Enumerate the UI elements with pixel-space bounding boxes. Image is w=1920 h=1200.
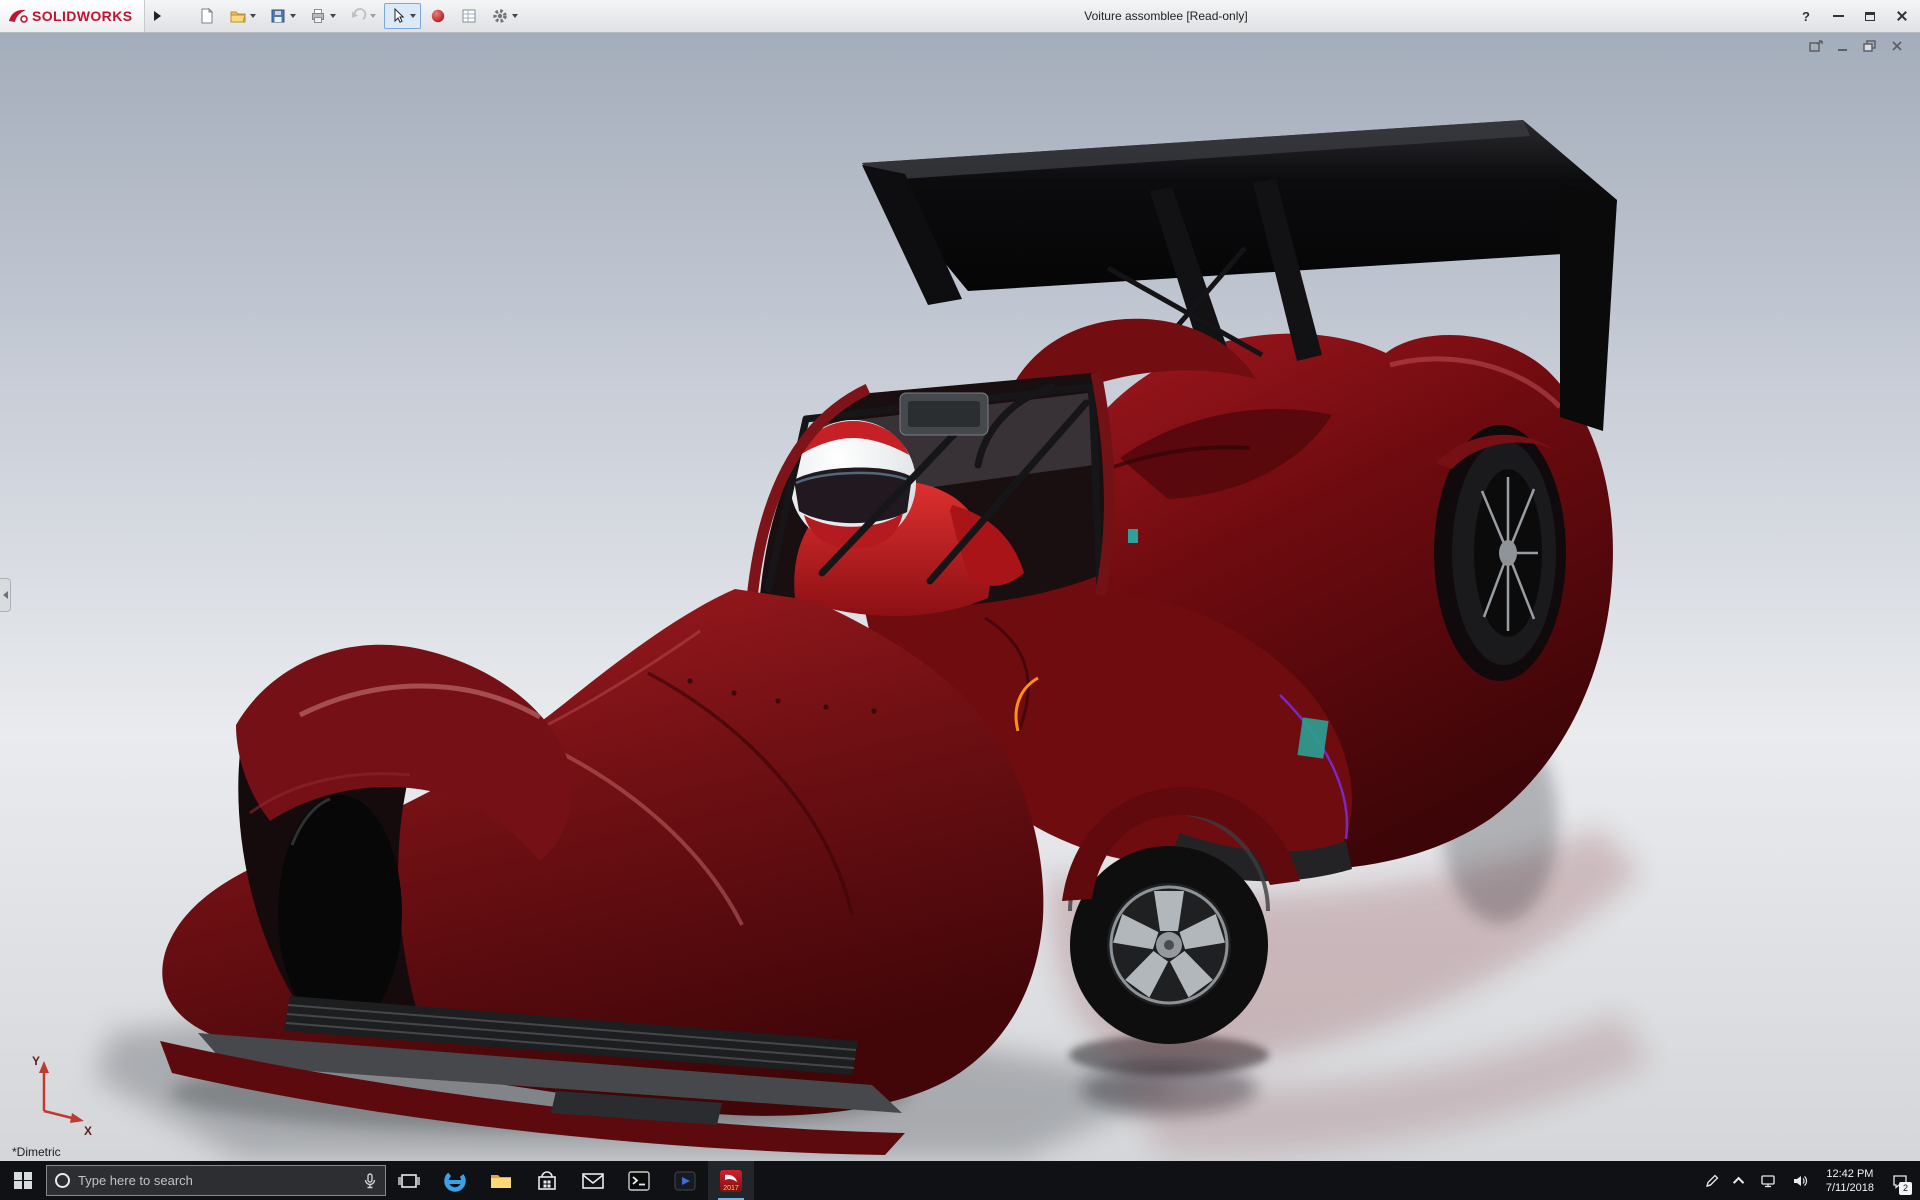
doc-minimize-icon <box>1836 40 1850 52</box>
command-prompt-icon <box>626 1168 652 1194</box>
doc-restore-button[interactable] <box>1861 38 1879 54</box>
notification-badge: 2 <box>1899 1182 1912 1195</box>
system-tray: 12:42 PM 7/11/2018 2 <box>1698 1161 1920 1200</box>
new-document-icon <box>198 7 216 25</box>
windows-taskbar: 2017 <box>0 1161 1920 1200</box>
doc-close-icon <box>1890 40 1904 52</box>
doc-float-icon <box>1809 40 1823 52</box>
options-gear-icon <box>491 7 509 25</box>
undo-button[interactable] <box>344 3 381 29</box>
quick-toolbar <box>193 3 523 29</box>
triad-x-label: X <box>84 1124 92 1138</box>
title-bar: SOLIDWORKS <box>0 0 1920 33</box>
microphone-icon <box>363 1173 377 1189</box>
search-input[interactable] <box>78 1173 355 1188</box>
maximize-icon <box>1865 12 1875 21</box>
file-explorer-icon <box>488 1168 514 1194</box>
file-explorer-button[interactable] <box>478 1161 524 1200</box>
cortana-icon <box>55 1173 70 1188</box>
new-document-button[interactable] <box>193 3 221 29</box>
taskbar-search[interactable] <box>46 1165 386 1196</box>
windows-ink-button[interactable] <box>1698 1161 1726 1200</box>
media-app-icon <box>672 1168 698 1194</box>
solidworks-logo: SOLIDWORKS <box>0 0 145 32</box>
mail-icon <box>580 1168 606 1194</box>
dropdown-arrow-icon <box>512 14 518 18</box>
save-button[interactable] <box>264 3 301 29</box>
close-icon <box>1896 10 1908 22</box>
brand-text: SOLIDWORKS <box>32 8 132 24</box>
solidworks-window: SOLIDWORKS <box>0 0 1920 1200</box>
3d-scene[interactable]: Y X <box>0 33 1920 1161</box>
dropdown-arrow-icon <box>250 14 256 18</box>
mail-button[interactable] <box>570 1161 616 1200</box>
maximize-button[interactable] <box>1854 3 1886 29</box>
graphics-viewport[interactable]: Y X <box>0 33 1920 1161</box>
solidworks-year-label: 2017 <box>723 1185 739 1192</box>
dropdown-arrow-icon <box>290 14 296 18</box>
edge-icon <box>442 1168 468 1194</box>
document-title: Voiture assomblee [Read-only] <box>1084 9 1247 23</box>
speaker-icon <box>1792 1173 1808 1189</box>
chevron-up-icon <box>1733 1176 1744 1187</box>
print-icon <box>309 7 327 25</box>
network-icon <box>1760 1173 1776 1189</box>
minimize-icon <box>1833 15 1844 17</box>
window-controls: ? <box>1790 0 1918 32</box>
doc-minimize-button[interactable] <box>1834 38 1852 54</box>
view-orientation-label: *Dimetric <box>12 1145 61 1159</box>
task-view-icon <box>396 1168 422 1194</box>
left-front-tire <box>278 795 402 1031</box>
help-button[interactable]: ? <box>1790 3 1822 29</box>
undo-icon <box>349 7 367 25</box>
clock-date: 7/11/2018 <box>1826 1181 1874 1195</box>
hidden-icons-button[interactable] <box>1730 1161 1750 1200</box>
collapse-arrow-icon <box>3 591 8 599</box>
solidworks-app-icon: 2017 <box>718 1168 744 1194</box>
dropdown-arrow-icon <box>370 14 376 18</box>
pen-icon <box>1704 1173 1720 1189</box>
open-button[interactable] <box>224 3 261 29</box>
taskbar-clock[interactable]: 12:42 PM 7/11/2018 <box>1818 1161 1882 1200</box>
save-icon <box>269 7 287 25</box>
print-button[interactable] <box>304 3 341 29</box>
clock-time: 12:42 PM <box>1826 1167 1873 1181</box>
solidworks-app-button[interactable]: 2017 <box>708 1161 754 1200</box>
store-button[interactable] <box>524 1161 570 1200</box>
triad-y-label: Y <box>32 1054 40 1068</box>
dropdown-arrow-icon <box>410 14 416 18</box>
action-center-button[interactable]: 2 <box>1886 1161 1914 1200</box>
task-view-button[interactable] <box>386 1161 432 1200</box>
select-arrow-icon <box>389 7 407 25</box>
windows-logo-icon <box>14 1172 32 1190</box>
media-app-button[interactable] <box>662 1161 708 1200</box>
toolbar-expand-button[interactable] <box>147 4 167 28</box>
doc-float-button[interactable] <box>1807 38 1825 54</box>
network-button[interactable] <box>1754 1161 1782 1200</box>
design-table-icon <box>460 7 478 25</box>
expand-arrow-icon <box>154 11 161 21</box>
open-folder-icon <box>229 7 247 25</box>
command-prompt-button[interactable] <box>616 1161 662 1200</box>
doc-restore-icon <box>1863 40 1877 52</box>
appearance-button[interactable] <box>424 3 452 29</box>
volume-button[interactable] <box>1786 1161 1814 1200</box>
dropdown-arrow-icon <box>330 14 336 18</box>
edge-button[interactable] <box>432 1161 478 1200</box>
minimize-button[interactable] <box>1822 3 1854 29</box>
doc-close-button[interactable] <box>1888 38 1906 54</box>
appearance-sphere-icon <box>429 7 447 25</box>
rear-wheel[interactable] <box>1434 425 1566 681</box>
document-window-controls <box>1807 38 1906 54</box>
options-button[interactable] <box>486 3 523 29</box>
store-icon <box>534 1168 560 1194</box>
design-table-button[interactable] <box>455 3 483 29</box>
start-button[interactable] <box>0 1161 46 1200</box>
select-tool-button[interactable] <box>384 3 421 29</box>
close-button[interactable] <box>1886 3 1918 29</box>
feature-tree-collapse-tab[interactable] <box>0 578 11 612</box>
ds-logo-icon <box>8 8 28 24</box>
